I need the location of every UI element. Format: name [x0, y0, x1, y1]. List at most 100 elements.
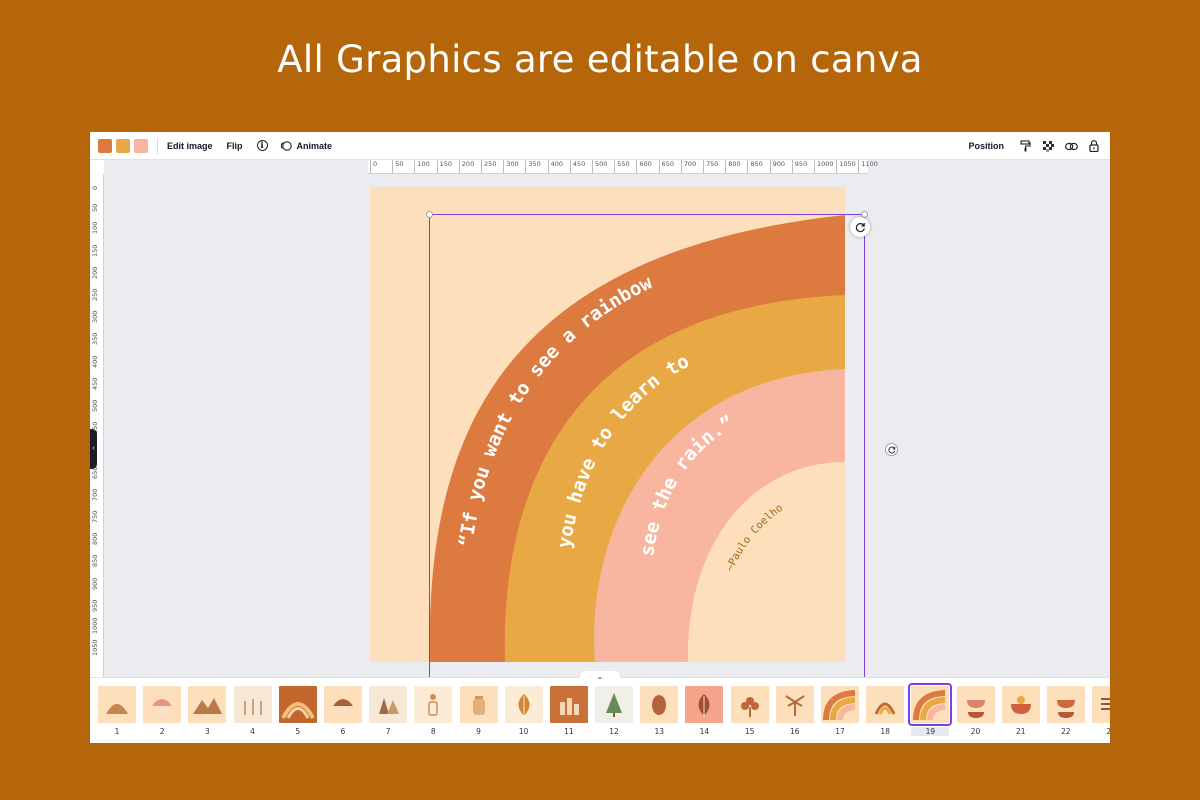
page-thumbnail-graphic	[234, 686, 272, 723]
page-thumbnail[interactable]: 15	[730, 686, 769, 736]
color-swatch-1[interactable]	[98, 138, 112, 153]
ruler-tick-label: 500	[592, 160, 607, 173]
refresh-icon[interactable]	[885, 443, 898, 456]
page-thumbnail[interactable]: 8	[414, 686, 453, 736]
ruler-tick-label: 600	[636, 160, 652, 173]
page-number: 9	[476, 727, 481, 736]
page-thumbnail-graphic	[595, 686, 633, 723]
page-thumbnail[interactable]: 7	[369, 686, 408, 736]
page-thumbnail[interactable]: 17	[821, 686, 859, 736]
page-number: 17	[835, 727, 845, 736]
design-canvas[interactable]: “If you want to see a rainbow you have t…	[370, 187, 845, 662]
page-thumbnail[interactable]: 22	[1046, 686, 1085, 736]
page-thumbnail-graphic	[550, 686, 588, 723]
page-thumbnail-graphic	[731, 686, 769, 723]
ruler-tick-label: 950	[91, 599, 99, 612]
page-thumbnail[interactable]: 21	[1001, 686, 1040, 736]
ruler-tick-label: 350	[91, 332, 99, 346]
page-number: 20	[970, 727, 981, 736]
ruler-tick-label: 300	[503, 160, 519, 173]
page-thumbnail[interactable]: 18	[866, 686, 905, 736]
page-thumbnail-graphic	[369, 686, 407, 723]
page-thumbnail[interactable]: 2	[143, 686, 182, 736]
ruler-tick-label: 700	[91, 488, 99, 501]
ruler-tick-label: 50	[392, 160, 403, 173]
page-thumbnails: 1234567891011121314151617181920212223	[98, 683, 1110, 736]
ruler-tick-label: 950	[791, 160, 807, 173]
ruler-tick-label: 750	[91, 510, 99, 523]
page-thumbnail-graphic	[640, 686, 678, 723]
page-thumbnail[interactable]: 5	[278, 686, 317, 736]
ruler-tick-label: 1000	[814, 160, 834, 173]
page-number: 2	[159, 727, 165, 736]
page-thumbnail-graphic	[1047, 686, 1085, 723]
color-swatch-2[interactable]	[116, 138, 130, 153]
page-thumbnail-graphic	[414, 686, 452, 723]
link-icon[interactable]	[1064, 139, 1078, 153]
rotate-icon[interactable]	[850, 217, 870, 237]
page-thumbnail-graphic	[324, 686, 362, 723]
page-thumbnail-graphic	[98, 686, 136, 723]
page-number: 21	[1015, 727, 1026, 736]
page-thumbnail[interactable]: 16	[775, 686, 814, 736]
page-thumbnail[interactable]: 20	[956, 686, 995, 736]
ruler-tick-label: 400	[91, 355, 99, 368]
page-thumbnail[interactable]: 6	[323, 686, 362, 736]
ruler-tick-label: 400	[547, 160, 563, 173]
ruler-corner	[90, 160, 104, 174]
page-thumbnail-graphic	[1002, 686, 1040, 723]
ruler-tick-label: 1050	[91, 639, 99, 657]
canva-editor: Edit image Flip i Animate Position 0 50 …	[90, 132, 1110, 743]
position-button[interactable]: Position	[969, 141, 1005, 151]
page-thumbnail[interactable]: 1	[98, 686, 136, 736]
ruler-tick-label: 900	[91, 577, 99, 590]
page-number: 23	[1106, 727, 1110, 736]
page-thumbnail[interactable]: 9	[459, 686, 498, 736]
flip-button[interactable]: Flip	[227, 141, 243, 151]
page-thumbnail[interactable]: 11	[549, 686, 588, 736]
edit-image-button[interactable]: Edit image	[167, 141, 213, 151]
page-thumbnail-graphic	[505, 686, 543, 723]
ruler-tick-label: 1000	[91, 617, 99, 634]
ruler-tick-label: 550	[614, 160, 630, 173]
page-thumbnail[interactable]: 4	[233, 686, 272, 736]
animate-icon	[280, 140, 292, 151]
animate-label: Animate	[296, 140, 333, 151]
page-thumbnail[interactable]: 23	[1092, 686, 1110, 736]
page-thumbnail[interactable]: 10	[504, 686, 543, 736]
page-thumbnail-graphic	[685, 686, 723, 723]
ruler-tick-label: 850	[91, 554, 99, 568]
page-thumbnail-graphic	[460, 686, 498, 723]
animate-button[interactable]: Animate	[280, 140, 347, 152]
transparency-icon[interactable]	[1041, 139, 1055, 153]
ruler-tick-label: 250	[481, 160, 496, 173]
page-thumbnail[interactable]: 14	[685, 686, 724, 736]
chevron-down-icon[interactable]: ⌄	[580, 671, 620, 681]
lock-icon[interactable]	[1087, 139, 1101, 153]
ruler-tick-label: 500	[91, 399, 99, 412]
page-thumbnail-graphic	[866, 686, 904, 723]
page-thumbnail-graphic	[957, 686, 995, 723]
paint-roller-icon[interactable]	[1018, 139, 1032, 153]
ruler-tick-label: 0	[91, 185, 99, 190]
editor-toolbar: Edit image Flip i Animate Position	[90, 132, 1110, 160]
color-swatch-3[interactable]	[134, 138, 148, 153]
ruler-tick-label: 350	[525, 160, 541, 173]
page-thumbnail[interactable]: 13	[640, 686, 679, 736]
page-strip: ⌄ 1234567891011121314151617181920212223	[90, 671, 1110, 743]
headline: All Graphics are editable on canva	[277, 38, 923, 81]
page-number: 3	[204, 727, 210, 736]
page-thumbnail-graphic	[911, 686, 949, 723]
ruler-tick-label: 750	[703, 160, 718, 173]
page-thumbnail[interactable]: 19	[908, 683, 953, 736]
ruler-tick-label: 50	[91, 203, 99, 213]
info-icon[interactable]: i	[256, 140, 268, 151]
page-thumbnail[interactable]: 12	[595, 686, 634, 736]
page-thumbnail[interactable]: 3	[188, 686, 227, 736]
page-number: 15	[744, 727, 755, 736]
toolbar-right-group: Position	[969, 132, 1111, 160]
page-number: 8	[430, 727, 436, 736]
side-panel-toggle[interactable]: ‹	[90, 429, 97, 469]
page-thumbnail-graphic	[1092, 686, 1110, 723]
ruler-tick-label: 300	[91, 310, 99, 324]
